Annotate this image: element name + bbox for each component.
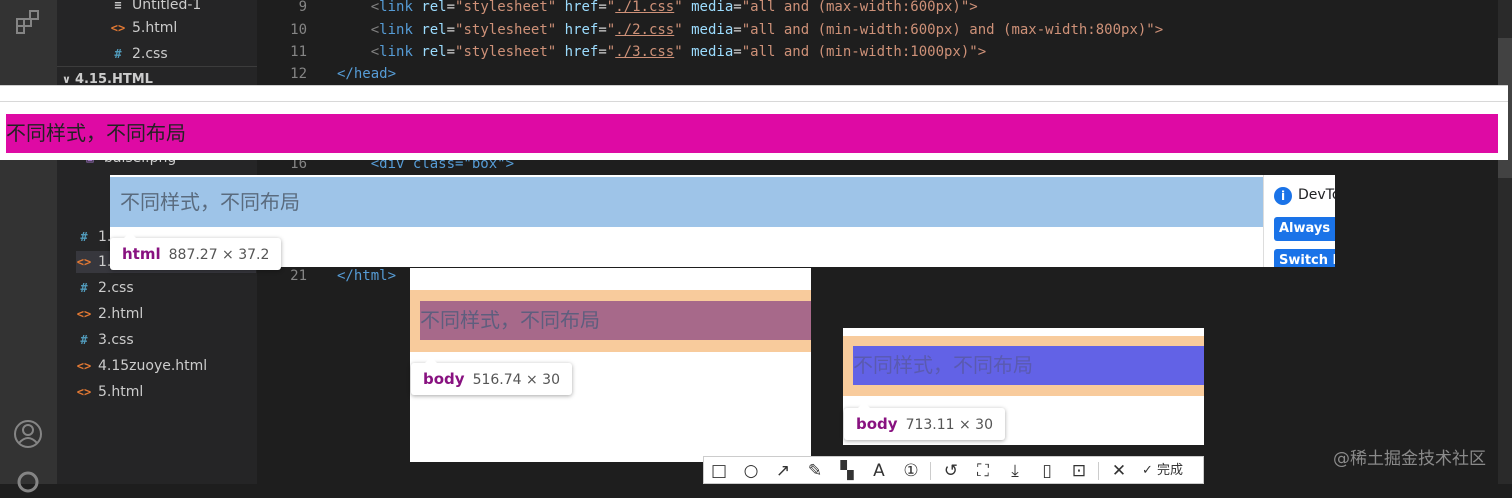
browser-preview-1: 不同样式，不同布局 — [0, 85, 1508, 160]
pen-tool-icon[interactable]: ✎ — [804, 460, 826, 482]
download-icon[interactable]: ⤓ — [1004, 460, 1026, 482]
html-file-icon: <> — [76, 307, 92, 321]
html-file-icon: <> — [76, 255, 92, 269]
activity-bar — [0, 0, 57, 493]
explorer-item[interactable]: <> 4.15zuoye.html — [76, 355, 207, 377]
devtools-panel: i DevTo Always m Switch De — [1263, 175, 1335, 267]
css-file-icon: # — [80, 230, 88, 244]
text-tool-icon[interactable]: A — [868, 460, 890, 482]
ellipse-tool-icon[interactable]: ○ — [740, 460, 762, 482]
undo-icon[interactable]: ↺ — [940, 460, 962, 482]
element-inspect-tooltip: body 713.11 × 30 — [844, 402, 1005, 440]
html-file-icon: <> — [110, 21, 126, 35]
explorer-item[interactable]: <> 2.html — [76, 303, 143, 325]
devtools-title: DevTo — [1298, 187, 1335, 203]
phone-icon[interactable]: ▯ — [1036, 460, 1058, 482]
switch-devtools-button[interactable]: Switch De — [1274, 249, 1335, 267]
always-match-button[interactable]: Always m — [1274, 217, 1335, 241]
css-link[interactable]: ./2.css — [615, 22, 674, 38]
scan-icon[interactable]: ⛶ — [972, 460, 994, 482]
code-line: 10 <link rel="stylesheet" href="./2.css"… — [290, 22, 1164, 38]
box-element: 不同样式，不同布局 — [853, 346, 1204, 385]
divider — [57, 66, 257, 67]
code-line: 12 </head> — [290, 66, 397, 82]
divider — [1098, 462, 1099, 480]
css-link[interactable]: ./3.css — [615, 44, 674, 60]
html-file-icon: <> — [76, 385, 92, 399]
mosaic-tool-icon[interactable]: ▚ — [836, 460, 858, 482]
done-button[interactable]: ✓ 完成 — [1142, 460, 1183, 482]
watermark: @稀土掘金技术社区 — [1333, 449, 1486, 469]
pin-icon[interactable]: ⊡ — [1068, 460, 1090, 482]
box-element: 不同样式，不同布局 — [420, 301, 811, 340]
explorer-item[interactable]: <> 5.html — [76, 381, 143, 403]
code-line: 11 <link rel="stylesheet" href="./3.css"… — [290, 44, 987, 60]
arrow-tool-icon[interactable]: ↗ — [772, 460, 794, 482]
element-inspect-tooltip: body 516.74 × 30 — [411, 357, 572, 395]
box-element: 不同样式，不同布局 — [6, 114, 1498, 153]
account-icon[interactable] — [12, 418, 44, 450]
css-link[interactable]: ./1.css — [615, 0, 674, 15]
html-file-icon: <> — [76, 359, 92, 373]
number-tool-icon[interactable]: ① — [900, 460, 922, 482]
css-file-icon: # — [114, 47, 122, 61]
explorer-item[interactable]: #3.css — [76, 329, 133, 351]
divider — [930, 462, 931, 480]
info-icon: i — [1274, 187, 1292, 205]
box-element: 不同样式，不同布局 — [110, 177, 1263, 227]
explorer-item[interactable]: ≡ Untitled-1 — [110, 0, 201, 16]
code-line: 9 <link rel="stylesheet" href="./1.css" … — [298, 0, 978, 15]
close-icon[interactable]: ✕ — [1108, 460, 1130, 482]
explorer-item[interactable]: #2.css — [110, 43, 167, 65]
css-file-icon: # — [80, 333, 88, 347]
check-icon: ✓ — [1142, 463, 1153, 478]
vertical-scrollbar[interactable] — [1498, 0, 1512, 484]
extensions-icon[interactable] — [12, 6, 44, 38]
explorer-item[interactable]: #2.css — [76, 277, 133, 299]
explorer-item[interactable]: <> 5.html — [110, 17, 177, 39]
screenshot-toolbar: □ ○ ↗ ✎ ▚ A ① ↺ ⛶ ⤓ ▯ ⊡ ✕ ✓ 完成 — [703, 456, 1204, 484]
element-inspect-tooltip: html 887.27 × 37.2 — [110, 232, 282, 270]
browser-preview-2: 不同样式，不同布局 i DevTo Always m Switch De — [110, 175, 1335, 267]
divider — [0, 101, 1508, 102]
css-file-icon: # — [80, 281, 88, 295]
settings-gear-icon[interactable] — [12, 466, 44, 498]
file-icon: ≡ — [114, 0, 122, 12]
rectangle-tool-icon[interactable]: □ — [708, 460, 730, 482]
